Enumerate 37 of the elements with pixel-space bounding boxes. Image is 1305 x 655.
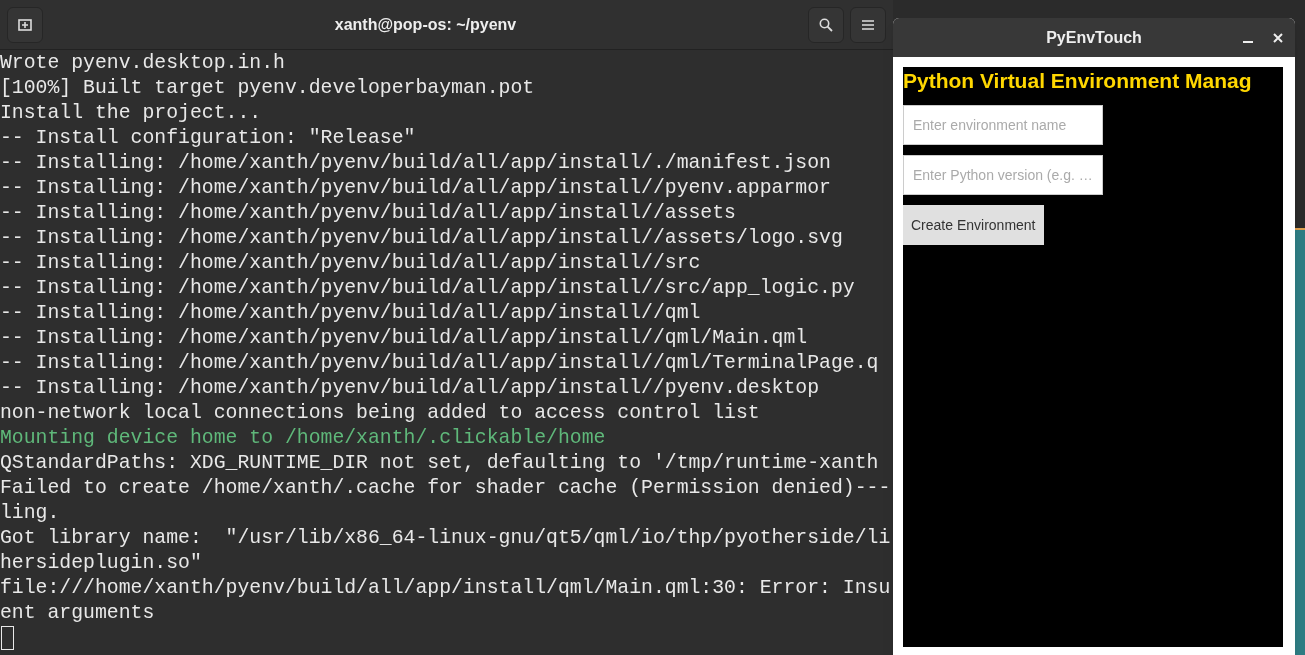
terminal-line: -- Install configuration: "Release" (0, 126, 417, 151)
terminal-line: -- Installing: /home/xanth/pyenv/build/all/app/install//src (0, 251, 702, 276)
terminal-line: ent arguments (0, 601, 156, 626)
text-field[interactable]: Enter environment name (903, 105, 1103, 145)
app-heading: Python Virtual Environment Manag (903, 68, 1252, 94)
terminal-line: -- Installing: /home/xanth/pyenv/build/all/app/install//src/app_logic.py (0, 276, 856, 301)
new-tab-button[interactable] (7, 6, 43, 43)
terminal-line: -- Installing: /home/xanth/pyenv/build/all/app/install//qml (0, 301, 702, 326)
terminal-line: Mounting device home to /home/xanth/.clickable/home (0, 426, 607, 451)
close-icon[interactable] (1273, 32, 1283, 43)
terminal-line: ling. (0, 501, 61, 526)
create-environment-button[interactable]: Create Environment (903, 205, 1044, 245)
terminal-cursor (1, 626, 14, 650)
menu-button[interactable] (850, 6, 886, 43)
terminal-line: -- Installing: /home/xanth/pyenv/build/all/app/install//qml/Main.qml (0, 326, 809, 351)
terminal-line: file:///home/xanth/pyenv/build/all/app/install/qml/Main.qml:30: Error: Insu (0, 576, 892, 601)
terminal-line: -- Installing: /home/xanth/pyenv/build/all/app/install//pyenv.apparmor (0, 176, 832, 201)
new-tab-icon (18, 18, 32, 31)
terminal-line: Failed to create /home/xanth/.cache for shader cache (Permission denied)--- (0, 476, 892, 501)
terminal-line: non-network local connections being added to access control list (0, 401, 761, 426)
terminal-line: QStandardPaths: XDG_RUNTIME_DIR not set, defaulting to '/tmp/runtime-xanth (0, 451, 880, 476)
terminal-line: -- Installing: /home/xanth/pyenv/build/all/app/install//assets/logo.svg (0, 226, 844, 251)
menu-icon (862, 19, 874, 30)
window-title: xanth@pop-os: ~/pyenv (334, 14, 517, 35)
terminal-line: Got library name: "/usr/lib/x86_64-linux-gnu/qt5/qml/io/thp/pyotherside/li (0, 526, 892, 551)
terminal-line: hersideplugin.so" (0, 551, 203, 576)
terminal-line: -- Installing: /home/xanth/pyenv/build/all/app/install//assets (0, 201, 737, 226)
search-button[interactable] (808, 6, 844, 43)
terminal-line: -- Installing: /home/xanth/pyenv/build/all/app/install//pyenv.desktop (0, 376, 821, 401)
search-icon (819, 17, 833, 32)
terminal-line: Wrote pyenv.desktop.in.h (0, 51, 286, 76)
terminal-line: Install the project... (0, 101, 263, 126)
window-title: PyEnvTouch (1046, 27, 1142, 48)
terminal-line: -- Installing: /home/xanth/pyenv/build/all/app/install//qml/TerminalPage.q (0, 351, 880, 376)
terminal-line: -- Installing: /home/xanth/pyenv/build/all/app/install/./manifest.json (0, 151, 832, 176)
terminal-line: [100%] Built target pyenv.developerbayman.pot (0, 76, 536, 101)
text-field[interactable]: Enter Python version (e.g. … (903, 155, 1103, 195)
